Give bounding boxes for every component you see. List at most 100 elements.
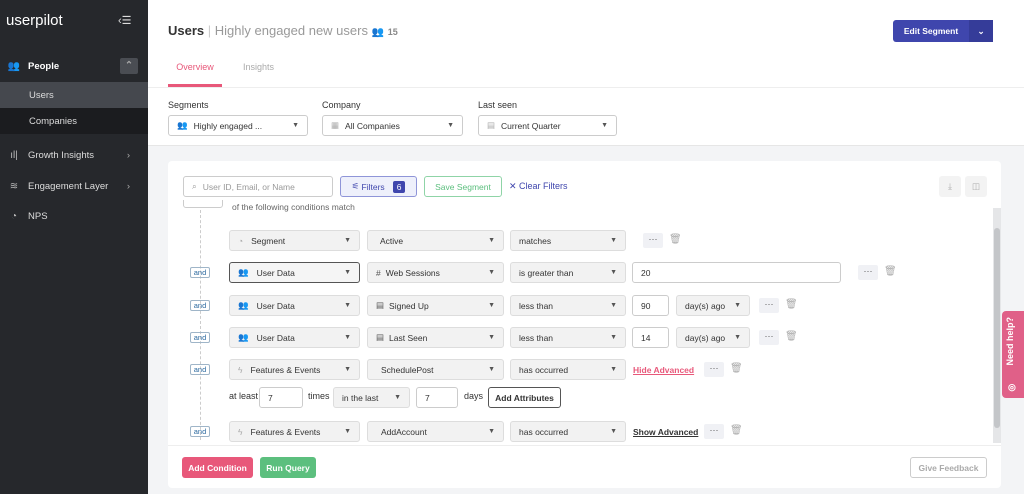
condition-property-select[interactable]: Active ▼	[367, 230, 504, 251]
caret-down-icon: ▼	[610, 428, 617, 435]
and-connector[interactable]: and	[190, 267, 210, 278]
sidebar-item-people[interactable]: 👥 People ⌃	[0, 53, 148, 79]
calendar-icon: ▤	[376, 300, 385, 310]
sidebar-item-growth-insights[interactable]: ıl| Growth Insights ›	[0, 142, 148, 168]
caret-down-icon: ▼	[488, 334, 495, 341]
people-icon: 👥	[7, 60, 21, 72]
trash-icon[interactable]: 🗑	[884, 266, 897, 277]
add-condition-button[interactable]: Add Condition	[182, 457, 253, 478]
collapse-sidebar-icon[interactable]: ‹☰	[118, 14, 132, 27]
edit-segment-button[interactable]: Edit Segment ⌄	[893, 20, 993, 42]
condition-field-select[interactable]: 👥 User Data ▼	[229, 327, 360, 348]
condition-field-select[interactable]: 👥 User Data ▼	[229, 262, 360, 283]
bar-chart-icon: ıl|	[10, 149, 18, 161]
condition-operator-select[interactable]: less than ▼	[510, 295, 626, 316]
more-options-icon[interactable]: ···	[704, 424, 724, 439]
clear-filters-button[interactable]: ✕ Clear Filters	[509, 181, 568, 192]
save-segment-button[interactable]: Save Segment	[424, 176, 502, 197]
caret-down-icon: ▼	[344, 428, 351, 435]
page-title: Users	[168, 23, 205, 38]
filters-button[interactable]: ⚟ Filters 6	[340, 176, 417, 197]
segments-label: Segments	[168, 100, 209, 110]
and-connector[interactable]: and	[190, 332, 210, 343]
and-connector[interactable]: and	[190, 426, 210, 437]
add-attributes-button[interactable]: Add Attributes	[488, 387, 561, 408]
condition-property-select[interactable]: AddAccount ▼	[367, 421, 504, 442]
sidebar-item-engagement-layer[interactable]: ≋ Engagement Layer ›	[0, 173, 148, 199]
chevron-right-icon: ›	[126, 180, 130, 192]
more-options-icon[interactable]: ···	[759, 330, 779, 345]
and-connector[interactable]: and	[190, 364, 210, 375]
users-icon: 👥	[371, 27, 385, 38]
sidebar-item-nps[interactable]: ◔ NPS	[0, 203, 148, 229]
give-feedback-button[interactable]: Give Feedback	[910, 457, 987, 478]
condition-field-select[interactable]: ϟ Features & Events ▼	[229, 421, 360, 442]
condition-unit-select[interactable]: day(s) ago ▼	[676, 327, 750, 348]
download-icon[interactable]: ⤓	[939, 176, 961, 197]
more-options-icon[interactable]: ···	[643, 233, 663, 248]
search-input[interactable]: ⌕ User ID, Email, or Name	[183, 176, 333, 197]
condition-field-select[interactable]: ◔ Segment ▼	[229, 230, 360, 251]
caret-down-icon: ▼	[394, 394, 401, 401]
show-advanced-link[interactable]: Show Advanced	[633, 427, 698, 437]
header: Users | Highly engaged new users 👥 15 Ed…	[148, 0, 1024, 146]
user-count: 15	[387, 27, 398, 37]
and-connector[interactable]: and	[190, 300, 210, 311]
range-select[interactable]: in the last ▼	[333, 387, 410, 408]
caret-down-icon: ▼	[344, 366, 351, 373]
last-seen-select[interactable]: ▤ Current Quarter ▼	[478, 115, 617, 136]
caret-down-icon: ▼	[610, 269, 617, 276]
sidebar-item-users[interactable]: Users	[0, 82, 148, 108]
need-help-tab[interactable]: Need help? ◎	[1002, 311, 1024, 398]
times-input[interactable]: 7	[259, 387, 303, 408]
caret-down-icon: ▼	[610, 334, 617, 341]
more-options-icon[interactable]: ···	[759, 298, 779, 313]
run-query-button[interactable]: Run Query	[260, 457, 316, 478]
users-icon: 👥	[177, 120, 188, 130]
sliders-icon: ⚟	[351, 181, 362, 191]
caret-down-icon: ▼	[344, 269, 351, 276]
condition-operator-select[interactable]: has occurred ▼	[510, 359, 626, 380]
caret-down-icon: ▼	[447, 122, 454, 129]
condition-operator-select[interactable]: less than ▼	[510, 327, 626, 348]
trash-icon[interactable]: 🗑	[730, 363, 743, 374]
condition-operator-select[interactable]: matches ▼	[510, 230, 626, 251]
condition-property-select[interactable]: ▤ Last Seen ▼	[367, 327, 504, 348]
condition-property-select[interactable]: ▤ Signed Up ▼	[367, 295, 504, 316]
caret-down-icon: ▼	[734, 334, 741, 341]
logo: userpilot	[6, 12, 63, 29]
more-options-icon[interactable]: ···	[704, 362, 724, 377]
caret-down-icon: ▼	[601, 122, 608, 129]
condition-property-select[interactable]: # Web Sessions ▼	[367, 262, 504, 283]
days-input[interactable]: 7	[416, 387, 458, 408]
scrollbar[interactable]	[993, 208, 1001, 443]
segments-select[interactable]: 👥 Highly engaged ... ▼	[168, 115, 308, 136]
trash-icon[interactable]: 🗑	[669, 234, 682, 245]
more-options-icon[interactable]: ···	[858, 265, 878, 280]
condition-operator-select[interactable]: has occurred ▼	[510, 421, 626, 442]
sidebar-item-companies[interactable]: Companies	[0, 108, 148, 134]
condition-field-select[interactable]: 👥 User Data ▼	[229, 295, 360, 316]
tab-insights[interactable]: Insights	[243, 62, 274, 72]
trash-icon[interactable]: 🗑	[785, 331, 798, 342]
condition-value-input[interactable]: 14	[632, 327, 669, 348]
condition-property-select[interactable]: SchedulePost ▼	[367, 359, 504, 380]
condition-operator-select[interactable]: is greater than ▼	[510, 262, 626, 283]
trash-icon[interactable]: 🗑	[785, 299, 798, 310]
days-label: days	[464, 391, 484, 401]
trash-icon[interactable]: 🗑	[730, 425, 743, 436]
condition-unit-select[interactable]: day(s) ago ▼	[676, 295, 750, 316]
chevron-down-icon[interactable]: ⌄	[969, 20, 993, 42]
condition-value-input[interactable]: 20	[632, 262, 841, 283]
condition-field-select[interactable]: ϟ Features & Events ▼	[229, 359, 360, 380]
company-select[interactable]: ▦ All Companies ▼	[322, 115, 463, 136]
hide-advanced-link[interactable]: Hide Advanced	[633, 365, 694, 375]
caret-down-icon: ▼	[292, 122, 299, 129]
columns-icon[interactable]: ◫	[965, 176, 987, 197]
tab-overview[interactable]: Overview	[168, 62, 222, 87]
times-label: times	[308, 391, 330, 401]
condition-value-input[interactable]: 90	[632, 295, 669, 316]
chevron-up-icon[interactable]: ⌃	[120, 58, 138, 74]
lightning-icon: ϟ	[238, 364, 243, 375]
lightning-icon: ϟ	[238, 426, 243, 437]
